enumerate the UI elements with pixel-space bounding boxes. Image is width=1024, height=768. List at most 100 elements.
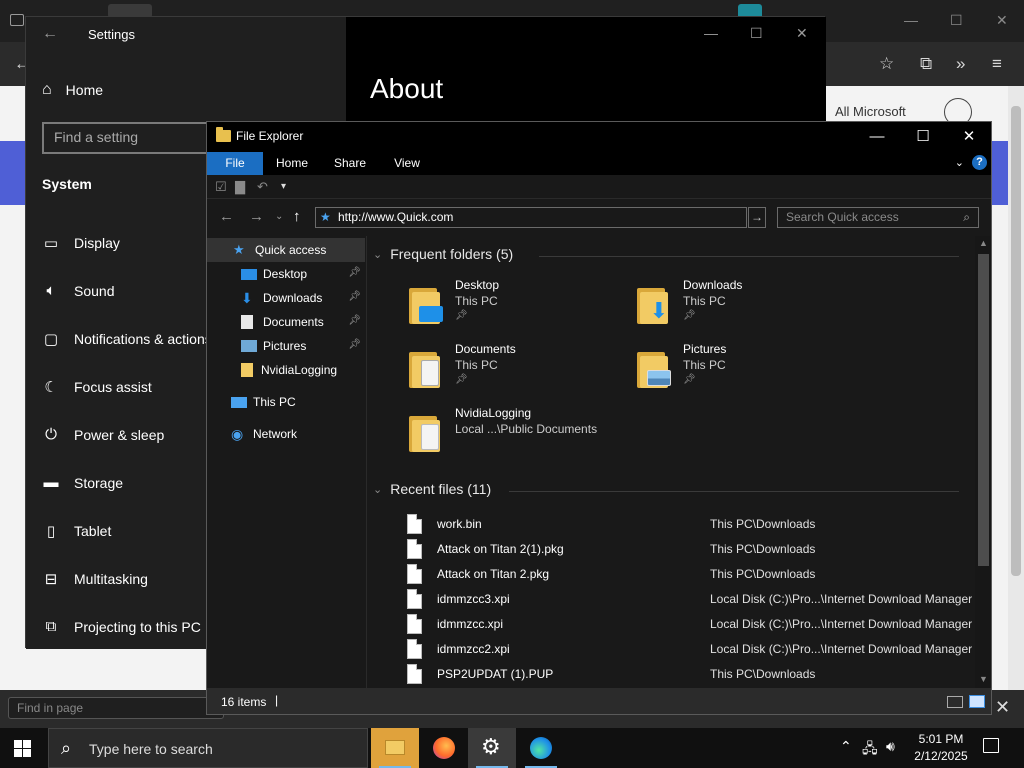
content-scrollbar[interactable]: ▲ ▼ <box>975 236 991 688</box>
find-close-icon[interactable]: ✕ <box>995 697 1010 718</box>
settings-item-display[interactable]: ▭ Display <box>42 234 120 252</box>
settings-item-tablet[interactable]: ▯ Tablet <box>42 522 112 540</box>
nav-pictures[interactable]: Pictures 📌︎ <box>207 334 365 358</box>
large-icons-view-icon[interactable] <box>969 695 985 708</box>
recent-file-row[interactable]: idmmzcc.xpi Local Disk (C:)\Pro...\Inter… <box>399 612 973 637</box>
moon-icon: ☾ <box>44 379 58 396</box>
file-location: This PC\Downloads <box>710 517 816 531</box>
forward-icon[interactable]: → <box>249 208 264 225</box>
nav-documents[interactable]: Documents 📌︎ <box>207 310 365 334</box>
settings-item-power-sleep[interactable]: ⏻ Power & sleep <box>42 426 164 443</box>
taskbar-file-explorer[interactable] <box>371 728 419 768</box>
recent-file-row[interactable]: idmmzcc2.xpi Local Disk (C:)\Pro...\Inte… <box>399 637 973 662</box>
favorites-star-icon[interactable]: ☆ <box>879 54 894 74</box>
network-icon[interactable]: 🖧︎ <box>862 738 878 762</box>
go-arrow-icon[interactable]: → <box>748 207 766 228</box>
windows-start-icon[interactable] <box>14 740 32 757</box>
settings-item-multitasking[interactable]: ⊟ Multitasking <box>42 570 148 588</box>
search-quick-access-input[interactable]: Search Quick access ⌕ <box>777 207 979 228</box>
menu-icon[interactable]: ≡ <box>992 54 1002 74</box>
taskbar-settings[interactable]: ⚙ <box>468 728 516 768</box>
back-arrow-icon[interactable]: ← <box>42 25 58 43</box>
folder-tile-desktop[interactable]: Desktop This PC 📌︎ <box>409 278 629 334</box>
folder-tile-nvidialogging[interactable]: NvidiaLogging Local ...\Public Documents <box>409 406 629 462</box>
maximize-icon[interactable]: ☐ <box>950 12 963 29</box>
back-icon[interactable]: ← <box>219 208 234 225</box>
folder-name: Documents <box>455 342 516 356</box>
close-button[interactable]: ✕ <box>947 125 991 149</box>
settings-item-storage[interactable]: ▬ Storage <box>42 474 124 491</box>
scrollbar-thumb[interactable] <box>978 254 989 566</box>
nav-quick-access[interactable]: ★ Quick access <box>207 238 365 262</box>
settings-item-sound[interactable]: 🔈︎ Sound <box>42 282 114 299</box>
nav-network[interactable]: ◉ Network <box>207 422 365 446</box>
maximize-icon[interactable]: ☐ <box>750 25 763 42</box>
settings-item-focus-assist[interactable]: ☾ Focus assist <box>42 378 152 396</box>
tab-home[interactable]: Home <box>267 152 317 175</box>
new-folder-icon[interactable]: ▇ <box>235 179 245 195</box>
scroll-up-icon[interactable]: ▲ <box>979 238 988 248</box>
recent-file-row[interactable]: Attack on Titan 2.pkg This PC\Downloads <box>399 562 973 587</box>
frequent-folders-header[interactable]: ⌄ Frequent folders (5) <box>373 246 513 262</box>
nav-nvidialogging[interactable]: NvidiaLogging <box>207 358 365 382</box>
address-text: http://www.Quick.com <box>338 210 454 224</box>
properties-icon[interactable]: ☑ <box>215 179 227 195</box>
recent-file-row[interactable]: PSP2UPDAT (1).PUP This PC\Downloads <box>399 662 973 687</box>
settings-home-link[interactable]: ⌂ Home <box>42 81 103 99</box>
page-scrollbar-thumb[interactable] <box>1011 106 1021 576</box>
folder-name: Downloads <box>683 278 743 292</box>
recent-files-header[interactable]: ⌄ Recent files (11) <box>373 481 491 497</box>
address-bar[interactable]: ★ http://www.Quick.com ⌄ <box>315 207 849 228</box>
settings-title: Settings <box>88 27 135 42</box>
scroll-down-icon[interactable]: ▼ <box>979 674 988 684</box>
taskbar-firefox[interactable] <box>420 728 468 768</box>
more-tools-icon[interactable]: » <box>956 54 965 74</box>
close-icon[interactable]: ✕ <box>796 25 808 42</box>
taskbar-search-box[interactable]: ⌕ Type here to search <box>48 728 368 768</box>
minimize-icon[interactable]: — <box>904 12 918 28</box>
folder-tile-downloads[interactable]: ⬇ Downloads This PC 📌︎ <box>637 278 857 334</box>
help-icon[interactable]: ? <box>972 155 987 170</box>
minimize-button[interactable]: — <box>855 125 899 149</box>
close-icon[interactable]: ✕ <box>996 12 1008 29</box>
quick-access-star-icon: ★ <box>320 210 331 224</box>
minimize-icon[interactable]: — <box>704 25 718 41</box>
downloads-folder-icon: ⬇ <box>637 284 671 324</box>
gear-icon: ⚙ <box>481 734 501 759</box>
nav-downloads[interactable]: ⬇ Downloads 📌︎ <box>207 286 365 310</box>
tab-share[interactable]: Share <box>325 152 375 175</box>
tab-actions-icon[interactable] <box>10 14 24 26</box>
maximize-button[interactable]: ☐ <box>901 125 945 149</box>
pin-icon: 📌︎ <box>348 315 361 326</box>
recent-locations-icon[interactable]: ⌄ <box>275 211 283 222</box>
show-hidden-icons-chevron[interactable]: ⌃ <box>840 738 852 755</box>
recent-file-row[interactable]: work.bin This PC\Downloads <box>399 512 973 537</box>
details-view-icon[interactable] <box>947 696 963 708</box>
tab-view[interactable]: View <box>383 152 431 175</box>
recent-file-row[interactable]: idmmzcc3.xpi Local Disk (C:)\Pro...\Inte… <box>399 587 973 612</box>
all-microsoft-menu[interactable]: All Microsoft <box>835 104 906 119</box>
settings-item-notifications[interactable]: ▢ Notifications & actions <box>42 330 212 348</box>
nav-desktop[interactable]: Desktop 📌︎ <box>207 262 365 286</box>
clock[interactable]: 5:01 PM 2/12/2025 <box>912 731 970 765</box>
find-in-page-input[interactable]: Find in page <box>8 697 224 719</box>
volume-icon[interactable]: 🔊︎ <box>886 738 895 755</box>
nav-this-pc[interactable]: This PC <box>207 390 365 414</box>
taskbar-edge[interactable] <box>517 728 565 768</box>
nav-label: Pictures <box>263 339 307 353</box>
extensions-icon[interactable]: ⧉ <box>920 54 932 74</box>
undo-icon[interactable]: ↶ <box>257 179 268 195</box>
notification-center-icon[interactable] <box>983 738 999 753</box>
folder-tile-documents[interactable]: Documents This PC 📌︎ <box>409 342 629 398</box>
expand-ribbon-icon[interactable]: ⌄ <box>955 156 964 169</box>
customize-toolbar-icon[interactable]: ▾ <box>281 181 286 192</box>
tab-file[interactable]: File <box>207 152 263 175</box>
up-icon[interactable]: ↑ <box>293 208 301 225</box>
file-location: This PC\Downloads <box>710 567 816 581</box>
folder-tile-pictures[interactable]: Pictures This PC 📌︎ <box>637 342 857 398</box>
explorer-title-bar[interactable]: File Explorer — ☐ ✕ <box>207 122 991 152</box>
settings-item-projecting[interactable]: ⧉ Projecting to this PC <box>42 618 201 635</box>
recent-file-row[interactable]: Attack on Titan 2(1).pkg This PC\Downloa… <box>399 537 973 562</box>
settings-item-label: Focus assist <box>74 379 152 395</box>
status-separator: | <box>275 693 279 707</box>
